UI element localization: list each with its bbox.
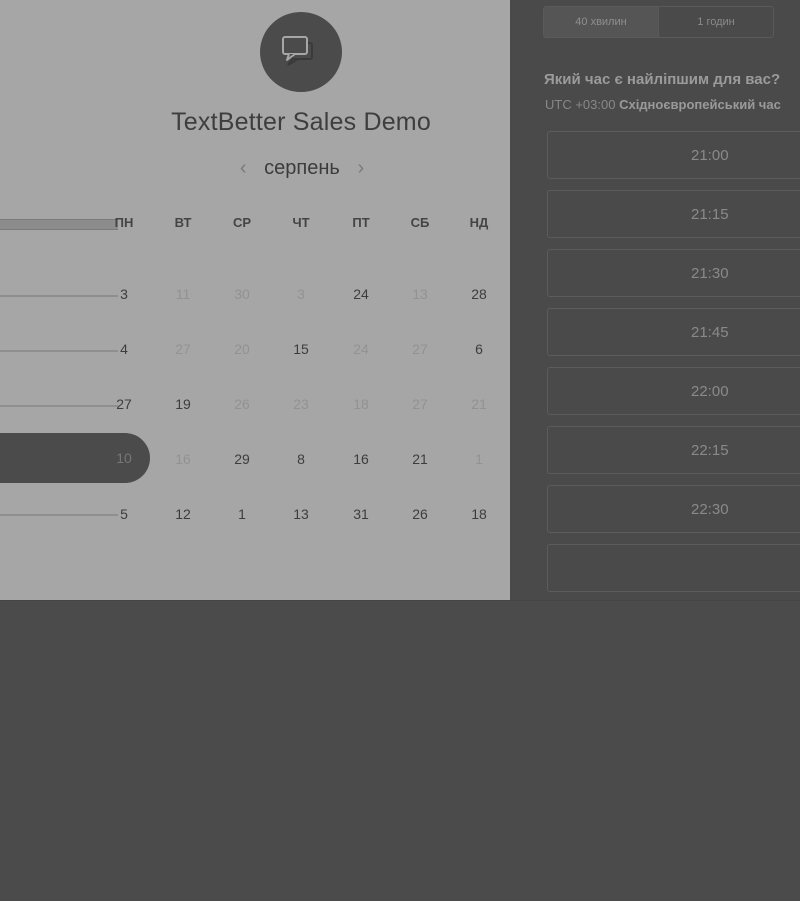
duration-tab-40min[interactable]: 40 хвилин bbox=[544, 7, 659, 37]
calendar-day[interactable]: 24 bbox=[341, 286, 381, 302]
time-slot-button[interactable]: 21:30 bbox=[547, 249, 800, 297]
time-slot-button[interactable]: 21:45 bbox=[547, 308, 800, 356]
modal-overlay-backdrop bbox=[0, 600, 800, 901]
calendar-day[interactable]: 18 bbox=[459, 506, 499, 522]
calendar-day: 27 bbox=[175, 341, 191, 357]
calendar-day[interactable]: 16 bbox=[341, 451, 381, 467]
collapsed-row-bar bbox=[0, 514, 118, 516]
calendar-day[interactable]: 26 bbox=[400, 506, 440, 522]
time-slot-label: 22:00 bbox=[691, 383, 729, 400]
calendar-day[interactable]: 5 bbox=[104, 506, 144, 522]
weekday-header: НД bbox=[469, 215, 489, 230]
event-logo bbox=[260, 12, 342, 92]
calendar-day: 20 bbox=[234, 341, 250, 357]
calendar-day: 24 bbox=[353, 341, 369, 357]
timezone-offset: UTC +03:00 bbox=[545, 97, 616, 112]
calendar-day-selected[interactable]: 10 bbox=[104, 450, 144, 466]
timezone-selector[interactable]: UTC +03:00 Східноєвропейський час bbox=[545, 97, 781, 112]
weekday-header: ВТ bbox=[174, 215, 192, 230]
calendar-day: 30 bbox=[234, 286, 250, 302]
current-month: серпень bbox=[264, 156, 340, 179]
calendar-day: 27 bbox=[412, 341, 428, 357]
time-picker-panel: 40 хвилин 1 годин Який час є найліпшим д… bbox=[510, 0, 800, 600]
duration-selector: 40 хвилин 1 годин bbox=[543, 6, 774, 38]
calendar-day[interactable]: 21 bbox=[400, 451, 440, 467]
calendar-day: 13 bbox=[412, 286, 428, 302]
calendar-day: 1 bbox=[475, 451, 483, 467]
time-slot-button[interactable]: 22:30 bbox=[547, 485, 800, 533]
calendar-day[interactable]: 3 bbox=[104, 286, 144, 302]
month-navigation: ‹ серпень › bbox=[220, 152, 384, 184]
calendar-day: 16 bbox=[175, 451, 191, 467]
collapsed-row-bar bbox=[0, 295, 118, 297]
calendar-day: 27 bbox=[412, 396, 428, 412]
time-slot-button[interactable]: 22:00 bbox=[547, 367, 800, 415]
time-slot-label: 22:15 bbox=[691, 442, 729, 459]
calendar-day[interactable]: 29 bbox=[222, 451, 262, 467]
time-slot-button[interactable]: 21:15 bbox=[547, 190, 800, 238]
chevron-left-icon[interactable]: ‹ bbox=[232, 152, 254, 184]
collapsed-row-bar bbox=[0, 350, 118, 352]
chevron-right-icon[interactable]: › bbox=[350, 152, 372, 184]
calendar-day: 23 bbox=[293, 396, 309, 412]
calendar-day[interactable]: 28 bbox=[459, 286, 499, 302]
calendar-day[interactable]: 6 bbox=[459, 341, 499, 357]
calendar-day[interactable]: 4 bbox=[104, 341, 144, 357]
calendar-day: 3 bbox=[297, 286, 305, 302]
time-slot-label: 22:30 bbox=[691, 501, 729, 518]
calendar-day[interactable]: 15 bbox=[281, 341, 321, 357]
time-slot-button[interactable]: 21:00 bbox=[547, 131, 800, 179]
calendar-day: 18 bbox=[353, 396, 369, 412]
calendar-day: 21 bbox=[471, 396, 487, 412]
weekday-header: СР bbox=[232, 215, 252, 230]
time-slot-button[interactable]: 22:15 bbox=[547, 426, 800, 474]
weekday-header: ЧТ bbox=[292, 215, 310, 230]
calendar-day[interactable]: 1 bbox=[222, 506, 262, 522]
calendar-day[interactable]: 8 bbox=[281, 451, 321, 467]
calendar-day: 11 bbox=[175, 286, 191, 302]
weekday-header: СБ bbox=[410, 215, 430, 230]
chat-bubbles-icon bbox=[282, 36, 313, 66]
timezone-name: Східноєвропейський час bbox=[619, 97, 781, 112]
time-question: Який час є найліпшим для вас? bbox=[544, 71, 781, 88]
collapsed-weekday-bar bbox=[0, 219, 118, 230]
weekday-header: ПТ bbox=[352, 215, 370, 230]
weekday-header: ПН bbox=[114, 215, 134, 230]
calendar-day[interactable]: 27 bbox=[104, 396, 144, 412]
time-slot-button-partial[interactable] bbox=[547, 544, 800, 592]
calendar-day[interactable]: 31 bbox=[341, 506, 381, 522]
time-slot-label: 21:15 bbox=[691, 206, 729, 223]
calendar-day: 26 bbox=[234, 396, 250, 412]
calendar-day[interactable]: 13 bbox=[281, 506, 321, 522]
calendar-panel: TextBetter Sales Demo ‹ серпень › ПН ВТ … bbox=[0, 0, 510, 600]
calendar-day[interactable]: 19 bbox=[163, 396, 203, 412]
duration-tab-1h[interactable]: 1 годин bbox=[659, 7, 773, 37]
collapsed-row-bar bbox=[0, 405, 118, 407]
time-slot-label: 21:00 bbox=[691, 147, 729, 164]
calendar-day[interactable]: 12 bbox=[163, 506, 203, 522]
time-slot-label: 21:45 bbox=[691, 324, 729, 341]
time-slot-label: 21:30 bbox=[691, 265, 729, 282]
